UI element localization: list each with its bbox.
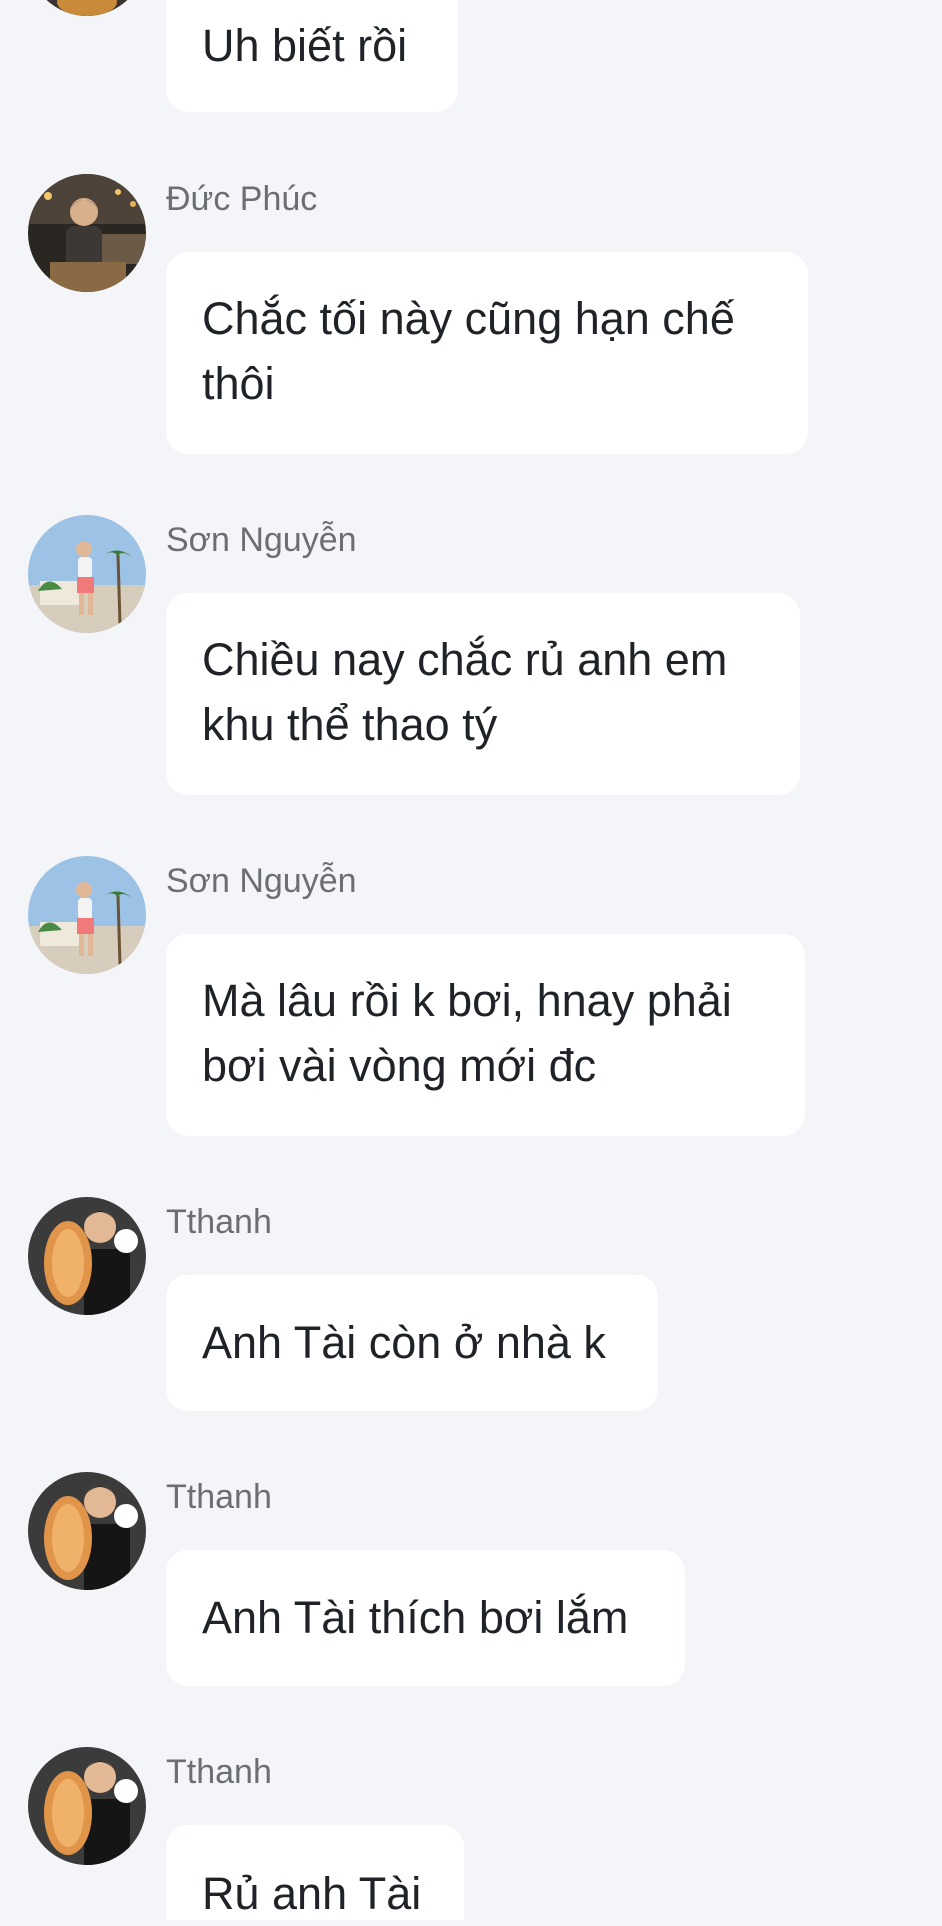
message-bubble[interactable]: Uh biết rồi	[166, 0, 458, 112]
message-text: Anh Tài thích bơi lắm	[202, 1592, 629, 1643]
sender-name: Tthanh	[166, 1478, 272, 1516]
message-text: Chiều nay chắc rủ anh em khu thể thao tý	[202, 634, 728, 750]
avatar[interactable]	[28, 0, 146, 16]
avatar-photo-icon	[28, 1472, 146, 1590]
message-text: Uh biết rồi	[202, 20, 408, 71]
message-bubble[interactable]: Rủ anh Tài	[166, 1825, 464, 1920]
avatar[interactable]	[28, 856, 146, 974]
message-bubble[interactable]: Chắc tối này cũng hạn chế thôi	[166, 252, 808, 454]
message-bubble[interactable]: Anh Tài còn ở nhà k	[166, 1275, 658, 1411]
avatar-photo-icon	[28, 1747, 146, 1865]
avatar-photo-icon	[28, 1197, 146, 1315]
avatar[interactable]	[28, 1197, 146, 1315]
message-bubble[interactable]: Anh Tài thích bơi lắm	[166, 1550, 685, 1686]
avatar-photo-icon	[28, 0, 146, 16]
message-bubble[interactable]: Mà lâu rồi k bơi, hnay phải bơi vài vòng…	[166, 934, 805, 1136]
avatar-photo-icon	[28, 515, 146, 633]
sender-name: Tthanh	[166, 1753, 272, 1791]
sender-name: Đức Phúc	[166, 180, 318, 218]
message-text: Chắc tối này cũng hạn chế thôi	[202, 293, 735, 409]
avatar-photo-icon	[28, 174, 146, 292]
message-text: Mà lâu rồi k bơi, hnay phải bơi vài vòng…	[202, 975, 732, 1091]
avatar[interactable]	[28, 515, 146, 633]
avatar[interactable]	[28, 1747, 146, 1865]
sender-name: Tthanh	[166, 1203, 272, 1241]
avatar[interactable]	[28, 1472, 146, 1590]
avatar[interactable]	[28, 174, 146, 292]
message-text: Anh Tài còn ở nhà k	[202, 1317, 606, 1368]
message-bubble[interactable]: Chiều nay chắc rủ anh em khu thể thao tý	[166, 593, 800, 795]
avatar-photo-icon	[28, 856, 146, 974]
message-text: Rủ anh Tài	[202, 1868, 422, 1919]
sender-name: Sơn Nguyễn	[166, 862, 357, 900]
sender-name: Sơn Nguyễn	[166, 521, 357, 559]
chat-message-list[interactable]: Uh biết rồi Đức Phúc Chắc tối này cũng h…	[0, 0, 942, 1920]
